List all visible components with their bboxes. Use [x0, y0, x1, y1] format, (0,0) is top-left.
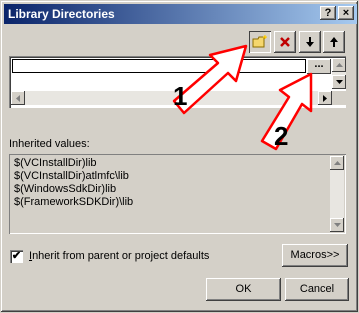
move-down-button[interactable]: [299, 31, 321, 53]
scroll-up-arrow[interactable]: [332, 58, 346, 72]
scroll-up-icon: [335, 63, 343, 67]
cancel-button-label: Cancel: [299, 283, 335, 295]
callout-number-2: 2: [274, 121, 289, 151]
help-button[interactable]: ?: [320, 6, 336, 20]
cancel-button[interactable]: Cancel: [285, 278, 349, 301]
delete-button[interactable]: [274, 31, 296, 53]
inherited-value: $(VCInstallDir)atlmfc\lib: [14, 170, 129, 182]
scroll-up-icon: [333, 161, 341, 165]
library-directories-dialog: Library Directories ? × ... Inherited va…: [0, 0, 359, 313]
macros-button-label: Macros>>: [290, 249, 340, 261]
inherited-value: $(WindowsSdkDir)lib: [14, 183, 117, 195]
arrow-down-icon: [306, 37, 314, 47]
inherited-value: $(FrameworkSDKDir)\lib: [14, 196, 134, 208]
inherited-values-label: Inherited values:: [9, 138, 90, 150]
delete-x-icon: [280, 37, 290, 47]
inherited-values-box: $(VCInstallDir)lib $(VCInstallDir)atlmfc…: [9, 154, 346, 234]
ok-button[interactable]: OK: [206, 278, 281, 301]
macros-button[interactable]: Macros>>: [282, 244, 348, 267]
dialog-title: Library Directories: [8, 7, 115, 21]
title-bar: Library Directories ? ×: [4, 4, 357, 24]
inherited-scroll-down[interactable]: [330, 218, 344, 232]
scroll-down-icon: [333, 223, 341, 227]
move-up-button[interactable]: [323, 31, 345, 53]
inherit-checkbox-label[interactable]: Inherit from parent or project defaults: [29, 250, 209, 262]
scroll-left-arrow[interactable]: [11, 91, 25, 105]
inherited-value: $(VCInstallDir)lib: [14, 157, 97, 169]
inherit-label-rest: nherit from parent or project defaults: [32, 250, 210, 262]
arrow-up-icon: [330, 37, 338, 47]
inherited-scrollbar[interactable]: [330, 156, 344, 232]
scroll-left-icon: [16, 94, 20, 102]
close-button[interactable]: ×: [338, 6, 354, 20]
ok-button-label: OK: [235, 283, 252, 295]
callout-number-1: 1: [173, 81, 188, 111]
callout-arrow-2: [260, 72, 313, 151]
inherit-checkbox[interactable]: ✔: [10, 250, 23, 263]
